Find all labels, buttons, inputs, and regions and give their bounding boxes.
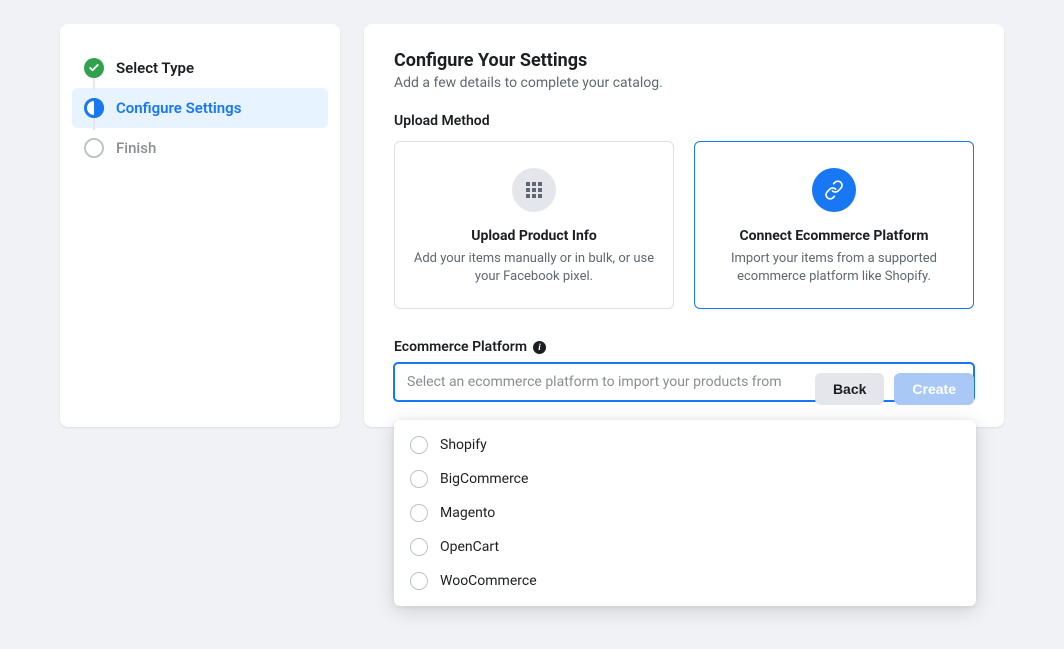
option-shopify[interactable]: Shopify [398,428,972,462]
step-label: Select Type [116,59,194,77]
radio-icon [410,572,428,590]
wizard-sidebar: Select Type Configure Settings Finish [60,24,340,427]
radio-icon [410,504,428,522]
grid-icon [512,168,556,212]
option-magento[interactable]: Magento [398,496,972,530]
info-icon[interactable]: i [533,341,546,354]
ecommerce-platform-label: Ecommerce Platform i [394,339,974,355]
step-finish[interactable]: Finish [72,128,328,168]
radio-icon [410,436,428,454]
link-icon [812,168,856,212]
option-opencart[interactable]: OpenCart [398,530,972,564]
step-label: Configure Settings [116,99,241,117]
upload-method-label: Upload Method [394,113,974,129]
empty-circle-icon [84,138,104,158]
option-label: WooCommerce [440,573,537,589]
back-button[interactable]: Back [815,373,884,405]
create-button[interactable]: Create [894,373,974,405]
card-desc: Add your items manually or in bulk, or u… [413,250,655,286]
option-bigcommerce[interactable]: BigCommerce [398,462,972,496]
step-select-type[interactable]: Select Type [72,48,328,88]
page-title: Configure Your Settings [394,50,974,71]
card-title: Connect Ecommerce Platform [713,228,955,244]
option-woocommerce[interactable]: WooCommerce [398,564,972,598]
option-label: Shopify [440,437,487,453]
step-label: Finish [116,139,156,157]
step-configure-settings[interactable]: Configure Settings [72,88,328,128]
radio-icon [410,470,428,488]
ecommerce-platform-dropdown: Shopify BigCommerce Magento OpenCart Woo… [394,420,976,606]
card-connect-ecommerce[interactable]: Connect Ecommerce Platform Import your i… [694,141,974,309]
card-upload-product-info[interactable]: Upload Product Info Add your items manua… [394,141,674,309]
select-placeholder: Select an ecommerce platform to import y… [407,374,782,390]
option-label: Magento [440,505,495,521]
option-label: OpenCart [440,539,499,555]
card-desc: Import your items from a supported ecomm… [713,250,955,286]
check-icon [84,58,104,78]
option-label: BigCommerce [440,471,528,487]
field-label-text: Ecommerce Platform [394,339,527,355]
main-panel: Configure Your Settings Add a few detail… [364,24,1004,427]
progress-icon [84,98,104,118]
radio-icon [410,538,428,556]
page-subtitle: Add a few details to complete your catal… [394,75,974,91]
card-title: Upload Product Info [413,228,655,244]
